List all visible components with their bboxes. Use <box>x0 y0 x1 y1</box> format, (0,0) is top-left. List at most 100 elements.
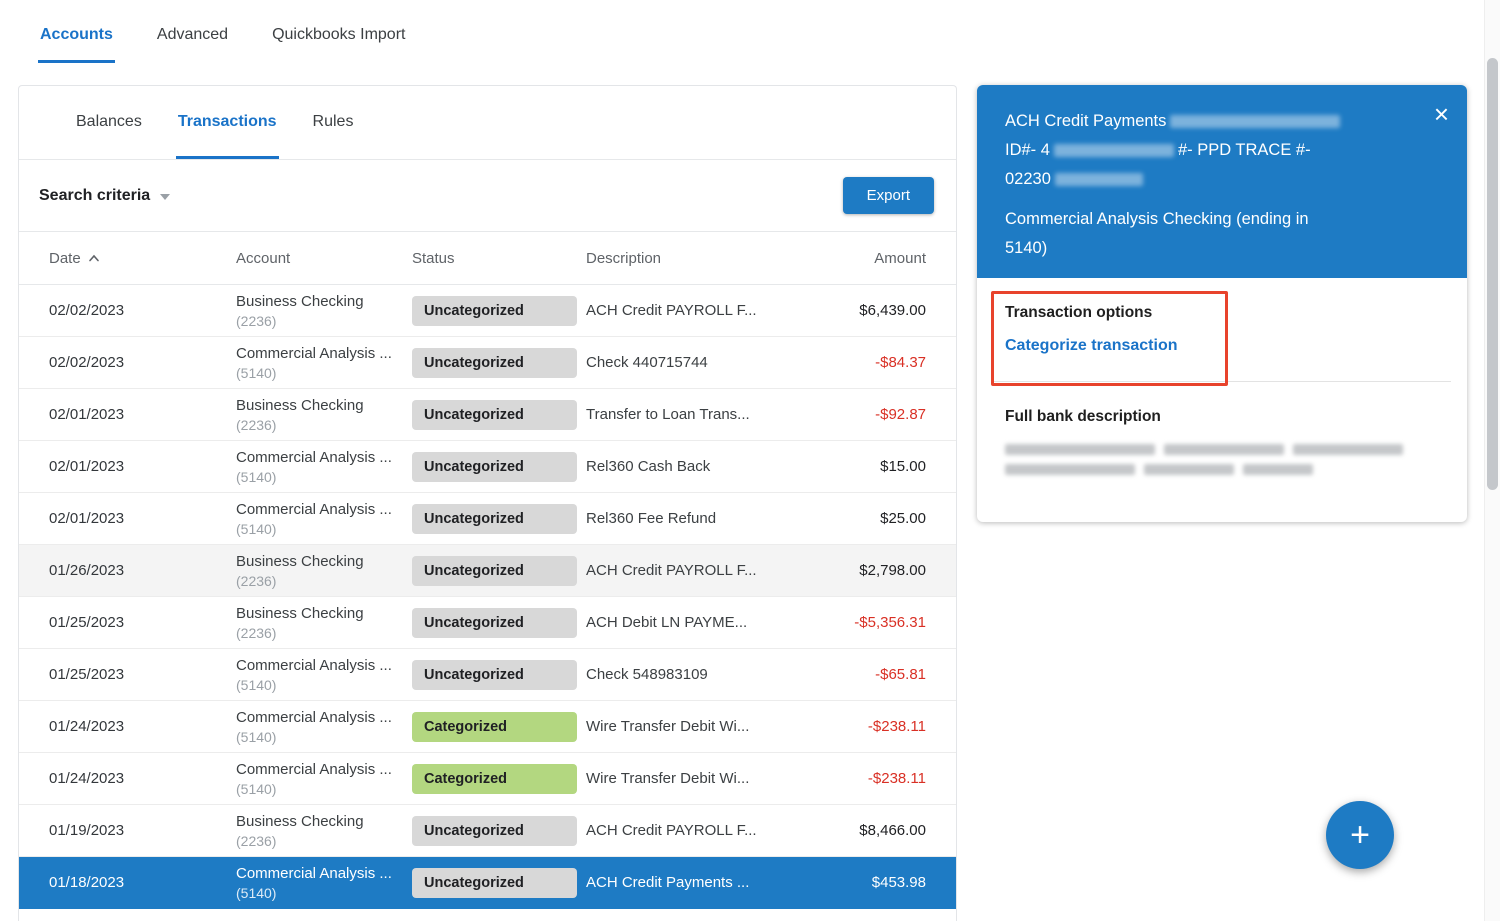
table-row[interactable]: 02/01/2023 Commercial Analysis ... (5140… <box>19 493 956 545</box>
table-row[interactable]: 01/19/2023 Business Checking (2236) Unca… <box>19 805 956 857</box>
cell-amount: -$84.37 <box>776 354 926 371</box>
cell-description: ACH Debit LN PAYME... <box>586 614 776 631</box>
status-badge: Uncategorized <box>412 400 577 430</box>
cell-status: Uncategorized <box>412 400 586 430</box>
cell-description: Rel360 Fee Refund <box>586 510 776 527</box>
cell-status: Uncategorized <box>412 608 586 638</box>
status-badge: Uncategorized <box>412 556 577 586</box>
redacted-text <box>1293 444 1403 455</box>
redacted-text <box>1164 444 1284 455</box>
cell-amount: $453.98 <box>776 874 926 891</box>
column-header-status[interactable]: Status <box>412 250 586 267</box>
cell-date: 02/01/2023 <box>49 510 236 527</box>
account-name: Business Checking <box>236 291 412 312</box>
cell-date: 01/24/2023 <box>49 718 236 735</box>
status-badge: Uncategorized <box>412 608 577 638</box>
section-divider <box>993 381 1451 382</box>
account-name: Commercial Analysis ... <box>236 707 412 728</box>
transaction-detail-panel: ACH Credit Payments ID#- 4#- PPD TRACE #… <box>977 85 1467 522</box>
cell-account: Commercial Analysis ... (5140) <box>236 499 412 539</box>
scrollbar-thumb[interactable] <box>1487 58 1498 490</box>
sort-ascending-icon <box>88 253 100 263</box>
tab-quickbooks-import[interactable]: Quickbooks Import <box>270 18 407 63</box>
cell-status: Uncategorized <box>412 504 586 534</box>
table-row[interactable]: 01/18/2023 Commercial Analysis ... (5140… <box>19 857 956 909</box>
column-header-date[interactable]: Date <box>49 250 236 267</box>
table-row[interactable]: 01/24/2023 Commercial Analysis ... (5140… <box>19 701 956 753</box>
redacted-text <box>1005 444 1155 455</box>
search-criteria-toggle[interactable]: Search criteria <box>39 187 170 205</box>
cell-description: ACH Credit Payments ... <box>586 874 776 891</box>
close-icon[interactable]: × <box>1434 101 1449 127</box>
cell-description: ACH Credit PAYROLL F... <box>586 562 776 579</box>
cell-status: Categorized <box>412 764 586 794</box>
card-tabs: Balances Transactions Rules <box>19 86 956 160</box>
cell-date: 01/19/2023 <box>49 822 236 839</box>
cell-account: Commercial Analysis ... (5140) <box>236 759 412 799</box>
add-transaction-fab[interactable]: + <box>1326 801 1394 869</box>
cell-status: Uncategorized <box>412 348 586 378</box>
table-row[interactable]: 02/01/2023 Commercial Analysis ... (5140… <box>19 441 956 493</box>
detail-title-text: ACH Credit Payments <box>1005 112 1166 130</box>
table-row[interactable]: 01/24/2023 Commercial Analysis ... (5140… <box>19 753 956 805</box>
table-row[interactable]: 01/26/2023 Business Checking (2236) Unca… <box>19 545 956 597</box>
cell-status: Uncategorized <box>412 868 586 898</box>
cell-description: Check 548983109 <box>586 666 776 683</box>
cell-date: 01/26/2023 <box>49 562 236 579</box>
account-number: (2236) <box>236 312 412 331</box>
column-header-account[interactable]: Account <box>236 250 412 267</box>
tab-transactions[interactable]: Transactions <box>176 86 279 159</box>
account-number: (5140) <box>236 728 412 747</box>
detail-title-line3: 02230 <box>1005 165 1411 194</box>
cell-amount: -$65.81 <box>776 666 926 683</box>
cell-account: Commercial Analysis ... (5140) <box>236 707 412 747</box>
column-header-description[interactable]: Description <box>586 250 776 267</box>
cell-status: Uncategorized <box>412 660 586 690</box>
scrollbar-track[interactable] <box>1484 0 1500 921</box>
redacted-text <box>1144 464 1234 475</box>
cell-account: Commercial Analysis ... (5140) <box>236 343 412 383</box>
account-number: (5140) <box>236 468 412 487</box>
tab-rules[interactable]: Rules <box>311 86 356 159</box>
tab-balances[interactable]: Balances <box>74 86 144 159</box>
transactions-tbody: 02/02/2023 Business Checking (2236) Unca… <box>19 285 956 909</box>
column-header-amount[interactable]: Amount <box>776 250 926 267</box>
redacted-bank-description-line2 <box>1005 464 1439 475</box>
account-name: Commercial Analysis ... <box>236 499 412 520</box>
tab-advanced[interactable]: Advanced <box>155 18 230 63</box>
tab-accounts[interactable]: Accounts <box>38 18 115 63</box>
cell-date: 02/01/2023 <box>49 406 236 423</box>
table-row[interactable]: 02/02/2023 Business Checking (2236) Unca… <box>19 285 956 337</box>
account-number: (5140) <box>236 780 412 799</box>
redacted-text <box>1243 464 1313 475</box>
account-name: Business Checking <box>236 603 412 624</box>
table-row[interactable]: 01/25/2023 Business Checking (2236) Unca… <box>19 597 956 649</box>
detail-title-line2: ID#- 4#- PPD TRACE #- <box>1005 136 1411 165</box>
cell-description: ACH Credit PAYROLL F... <box>586 822 776 839</box>
cell-date: 01/25/2023 <box>49 614 236 631</box>
cell-date: 02/02/2023 <box>49 302 236 319</box>
redacted-text <box>1005 464 1135 475</box>
account-number: (2236) <box>236 624 412 643</box>
cell-account: Business Checking (2236) <box>236 395 412 435</box>
cell-amount: -$5,356.31 <box>776 614 926 631</box>
categorize-transaction-link[interactable]: Categorize transaction <box>1005 337 1177 355</box>
account-number: (5140) <box>236 520 412 539</box>
cell-status: Uncategorized <box>412 296 586 326</box>
cell-description: ACH Credit PAYROLL F... <box>586 302 776 319</box>
account-name: Commercial Analysis ... <box>236 759 412 780</box>
table-row[interactable]: 02/02/2023 Commercial Analysis ... (5140… <box>19 337 956 389</box>
status-badge: Uncategorized <box>412 868 577 898</box>
detail-body: Transaction options Categorize transacti… <box>977 278 1467 475</box>
chevron-down-icon <box>160 194 170 200</box>
status-badge: Uncategorized <box>412 348 577 378</box>
cell-date: 02/01/2023 <box>49 458 236 475</box>
table-row[interactable]: 02/01/2023 Business Checking (2236) Unca… <box>19 389 956 441</box>
cell-amount: -$92.87 <box>776 406 926 423</box>
cell-amount: $25.00 <box>776 510 926 527</box>
export-button[interactable]: Export <box>843 177 934 214</box>
status-badge: Uncategorized <box>412 452 577 482</box>
table-row[interactable]: 01/25/2023 Commercial Analysis ... (5140… <box>19 649 956 701</box>
cell-amount: $15.00 <box>776 458 926 475</box>
cell-account: Commercial Analysis ... (5140) <box>236 447 412 487</box>
